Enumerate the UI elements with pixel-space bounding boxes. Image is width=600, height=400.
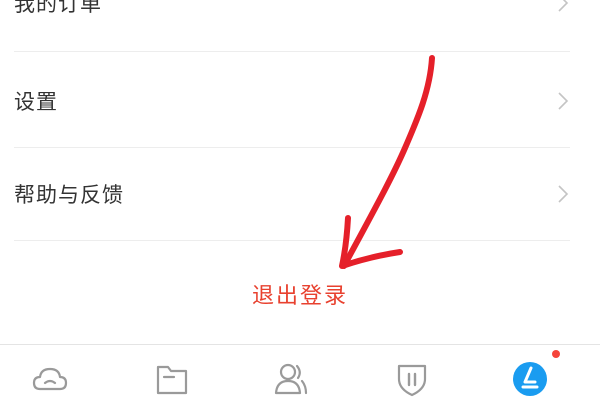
profile-icon	[513, 362, 547, 396]
menu-item-settings[interactable]: 设置	[14, 55, 570, 148]
chevron-right-icon	[558, 0, 569, 12]
tab-cloud[interactable]	[30, 359, 70, 399]
logout-button[interactable]: 退出登录	[0, 276, 600, 318]
menu-item-my-orders[interactable]: 我的订单	[14, 0, 570, 52]
tab-files[interactable]	[152, 359, 192, 399]
tab-contacts[interactable]	[271, 359, 311, 399]
shield-icon	[397, 364, 427, 397]
screen: 我的订单 设置 帮助与反馈 退出登录	[0, 0, 600, 400]
menu-item-help-feedback[interactable]: 帮助与反馈	[14, 148, 570, 241]
menu-item-label: 我的订单	[14, 0, 102, 16]
contacts-icon	[274, 363, 308, 395]
tab-security[interactable]	[392, 359, 432, 399]
folder-icon	[156, 365, 188, 395]
bottom-tab-bar	[0, 344, 600, 400]
menu-item-label: 设置	[14, 90, 58, 114]
notification-badge	[552, 350, 560, 358]
menu-item-label: 帮助与反馈	[14, 183, 124, 207]
chevron-right-icon	[558, 185, 569, 203]
cloud-icon	[32, 367, 68, 391]
chevron-right-icon	[558, 92, 569, 110]
tab-profile[interactable]	[510, 359, 550, 399]
